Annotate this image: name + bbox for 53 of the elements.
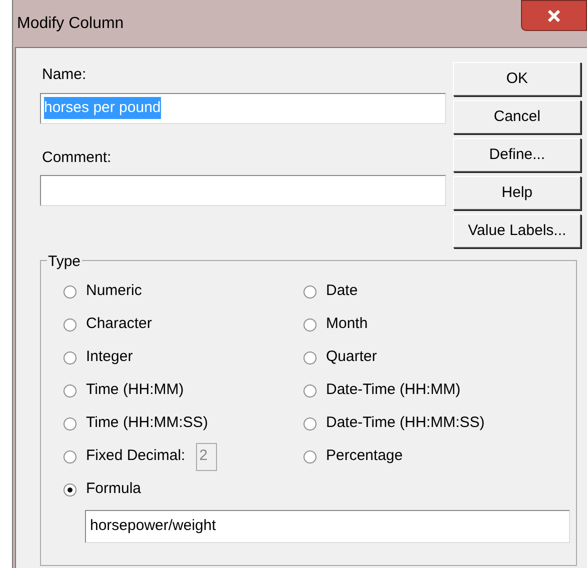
option-label: Fixed Decimal:: [86, 446, 186, 466]
radio-option[interactable]: Time (HH:MM): [63, 380, 303, 401]
dialog-button[interactable]: Value Labels...: [453, 214, 581, 248]
radio-option[interactable]: Time (HH:MM:SS): [63, 413, 303, 434]
dialog-button[interactable]: Define...: [453, 138, 581, 172]
radio-button[interactable]: [63, 482, 77, 496]
option-label: Formula: [86, 479, 142, 500]
name-value: horses per pound: [44, 96, 161, 120]
radio-option[interactable]: Quarter: [303, 347, 543, 368]
option-label: Percentage: [326, 446, 403, 466]
option-label: Date-Time (HH:MM:SS): [326, 413, 485, 434]
option-label: Character: [86, 314, 152, 334]
dialog-button[interactable]: OK: [453, 62, 581, 96]
close-button[interactable]: [521, 0, 587, 31]
radio-option[interactable]: Month: [303, 314, 543, 335]
decimal-field: 2: [196, 442, 218, 470]
formula-value: horsepower/weight: [90, 516, 216, 536]
radio-button[interactable]: [63, 318, 77, 332]
radio-option[interactable]: Numeric: [63, 281, 303, 302]
radio-option[interactable]: Date-Time (HH:MM): [303, 380, 543, 401]
radio-option[interactable]: Integer: [63, 347, 303, 368]
name-label: Name:: [42, 65, 88, 85]
radio-option[interactable]: Formula: [63, 479, 303, 500]
option-label: Quarter: [326, 347, 377, 368]
comment-field[interactable]: [40, 175, 446, 206]
radio-option[interactable]: Date: [303, 281, 543, 302]
comment-label: Comment:: [42, 148, 112, 168]
option-label: Time (HH:MM:SS): [86, 413, 208, 434]
option-label: Month: [326, 314, 368, 334]
option-label: Numeric: [86, 281, 142, 302]
window-title: Modify Column: [17, 14, 124, 34]
radio-button[interactable]: [303, 384, 317, 398]
radio-button[interactable]: [63, 416, 77, 430]
option-label: Integer: [86, 347, 133, 368]
radio-option[interactable]: Date-Time (HH:MM:SS): [303, 413, 543, 434]
formula-field[interactable]: horsepower/weight: [85, 510, 570, 543]
option-label: Date: [326, 281, 358, 302]
radio-button[interactable]: [63, 450, 77, 464]
radio-button[interactable]: [63, 384, 77, 398]
option-label: Date-Time (HH:MM): [326, 380, 460, 400]
close-icon: [547, 10, 561, 22]
radio-button[interactable]: [303, 450, 317, 464]
radio-option[interactable]: Character: [63, 314, 303, 335]
radio-option[interactable]: Percentage: [303, 446, 543, 467]
radio-button[interactable]: [63, 350, 77, 364]
radio-button[interactable]: [303, 284, 317, 298]
dialog-button[interactable]: Cancel: [453, 100, 581, 134]
radio-button[interactable]: [303, 416, 317, 430]
radio-button[interactable]: [303, 318, 317, 332]
radio-button[interactable]: [63, 284, 77, 298]
option-label: Time (HH:MM): [86, 380, 184, 400]
dialog-button[interactable]: Help: [453, 176, 581, 210]
radio-button[interactable]: [303, 350, 317, 364]
